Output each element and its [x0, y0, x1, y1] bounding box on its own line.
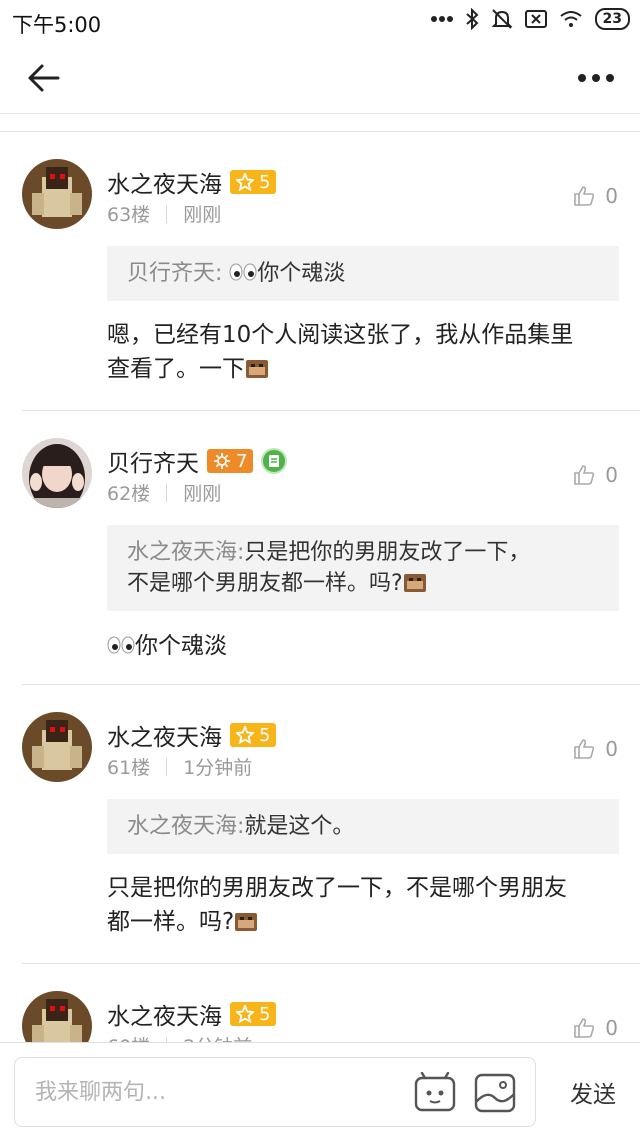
like-count: 0 [605, 184, 618, 208]
comment-meta: 61楼 1分钟前 [107, 753, 252, 780]
level-badge: 5 [230, 723, 277, 747]
avatar[interactable] [22, 991, 92, 1042]
username[interactable]: 贝行齐天 [107, 444, 199, 478]
name-row: 水之夜天海 5 [107, 997, 277, 1031]
bear-emoji-icon [235, 913, 258, 931]
quote-text: 就是这个。 [244, 814, 355, 839]
eyes-emoji-icon [107, 636, 135, 654]
level-badge: 5 [230, 170, 277, 194]
level-badge: 5 [230, 1002, 277, 1026]
star-icon [236, 1005, 254, 1023]
name-row: 水之夜天海 5 [107, 165, 277, 199]
comment-meta: 63楼 刚刚 [107, 200, 221, 227]
floor-number: 60楼 [107, 1032, 150, 1042]
eyes-emoji-icon [229, 263, 257, 281]
like-icon [574, 739, 595, 759]
comment-divider [22, 963, 640, 964]
comment-meta: 60楼 2分钟前 [107, 1032, 252, 1042]
comment-body: 你个魂淡 [107, 629, 619, 663]
quote-box[interactable]: 水之夜天海:就是这个。 [107, 799, 619, 854]
signal-dots-icon [430, 16, 453, 22]
no-sim-icon [524, 10, 547, 28]
star-icon [236, 173, 254, 191]
comment-body-line: 只是把你的男朋友改了一下，不是哪个男朋友 [107, 875, 567, 901]
like-icon [574, 1018, 595, 1038]
mute-icon [491, 9, 512, 29]
comment-body-line: 嗯，已经有10个人阅读这张了，我从作品集里 [107, 322, 574, 348]
input-box [14, 1057, 536, 1127]
floor-number: 61楼 [107, 757, 151, 779]
comment-time: 2分钟前 [183, 1032, 252, 1042]
avatar[interactable] [22, 159, 92, 229]
comment-divider [22, 410, 640, 411]
quote-author: 水之夜天海: [127, 814, 245, 839]
like-count: 0 [605, 463, 618, 487]
bear-emoji-icon [403, 574, 426, 592]
username[interactable]: 水之夜天海 [107, 718, 222, 752]
comment-body: 只是把你的男朋友改了一下，不是哪个男朋友 都一样。吗? [107, 871, 619, 939]
quote-author: 贝行齐天: [127, 261, 223, 286]
comment-body-text: 你个魂淡 [135, 633, 227, 659]
floor-number: 62楼 [107, 483, 151, 505]
comment-body-line: 都一样。吗? [107, 909, 235, 935]
bear-emoji-icon [246, 360, 268, 378]
name-row: 水之夜天海 5 [107, 718, 277, 752]
top-bar [0, 42, 640, 114]
level-badge: 7 [207, 449, 254, 473]
gear-icon [214, 453, 230, 469]
level-number: 5 [259, 171, 271, 193]
comment-body: 嗯，已经有10个人阅读这张了，我从作品集里 查看了。一下 [107, 318, 619, 386]
status-bar: 下午5:00 23 [0, 0, 640, 42]
comment-list[interactable]: 水之夜天海 5 63楼 刚刚 0 贝行齐天: 你个魂淡 嗯，已经有10个人阅读这张… [0, 132, 640, 1042]
comment-body-line: 查看了。一下 [107, 356, 245, 382]
avatar[interactable] [22, 438, 92, 508]
floor-number: 63楼 [107, 204, 151, 226]
send-button[interactable]: 发送 [570, 1075, 616, 1109]
username[interactable]: 水之夜天海 [107, 165, 222, 199]
like-icon [574, 465, 595, 485]
like-icon [574, 186, 595, 206]
star-icon [236, 726, 254, 744]
like-count: 0 [605, 1016, 618, 1040]
like-button[interactable]: 0 [573, 737, 618, 761]
member-badge-icon [261, 448, 288, 474]
avatar[interactable] [22, 712, 92, 782]
username[interactable]: 水之夜天海 [107, 997, 222, 1031]
emoji-icon[interactable] [413, 1072, 457, 1114]
image-icon[interactable] [473, 1072, 517, 1114]
comment-time: 1分钟前 [183, 757, 253, 779]
quote-author: 水之夜天海: [127, 540, 245, 565]
wifi-icon [559, 11, 582, 27]
quote-box[interactable]: 水之夜天海:只是把你的男朋友改了一下， 不是哪个男朋友都一样。吗? [107, 525, 619, 611]
back-arrow-icon[interactable] [22, 58, 66, 98]
comment-input[interactable] [35, 1058, 395, 1126]
like-button[interactable]: 0 [573, 1016, 618, 1040]
bluetooth-icon [465, 8, 478, 30]
battery-indicator: 23 [594, 8, 630, 30]
level-number: 7 [236, 450, 248, 472]
like-button[interactable]: 0 [573, 463, 618, 487]
comment-time: 刚刚 [183, 204, 222, 226]
name-row: 贝行齐天 7 [107, 444, 288, 478]
comment-time: 刚刚 [183, 483, 222, 505]
comment-meta: 62楼 刚刚 [107, 479, 221, 506]
level-number: 5 [259, 1003, 271, 1025]
more-icon[interactable] [572, 58, 620, 98]
like-count: 0 [605, 737, 618, 761]
status-icons: 23 [430, 8, 630, 30]
comment-divider [22, 684, 640, 685]
quote-box[interactable]: 贝行齐天: 你个魂淡 [107, 246, 619, 301]
status-time: 下午5:00 [12, 13, 102, 37]
quote-text: 不是哪个男朋友都一样。吗? [127, 571, 403, 596]
quote-text: 你个魂淡 [257, 261, 346, 286]
like-button[interactable]: 0 [573, 184, 618, 208]
comment-input-bar: 发送 [0, 1042, 640, 1138]
level-number: 5 [259, 724, 271, 746]
quote-text: 只是把你的男朋友改了一下， [244, 540, 531, 565]
